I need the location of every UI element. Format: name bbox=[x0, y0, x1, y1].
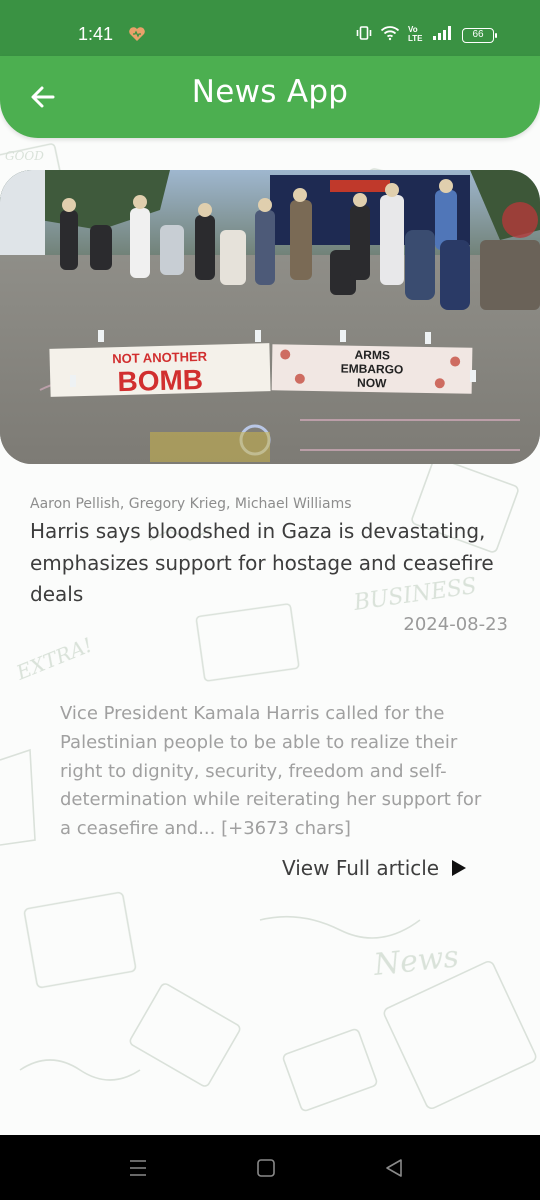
banner-left-line2: BOMB bbox=[117, 364, 203, 397]
home-button[interactable] bbox=[253, 1155, 279, 1181]
article-authors: Aaron Pellish, Gregory Krieg, Michael Wi… bbox=[30, 496, 352, 512]
signal-icon bbox=[432, 25, 454, 45]
article-image[interactable]: NOT ANOTHER BOMB ARMS EMBARGO NOW bbox=[0, 170, 540, 464]
banner-right-line1: ARMS bbox=[354, 348, 390, 363]
banner-right-line2: EMBARGO bbox=[341, 361, 404, 376]
app-bar: News App bbox=[0, 56, 540, 138]
nav-back-button[interactable] bbox=[381, 1155, 407, 1181]
article-summary: Vice President Kamala Harris called for … bbox=[60, 703, 482, 840]
battery-icon: 66 bbox=[462, 27, 497, 43]
status-time: 1:41 bbox=[78, 24, 114, 44]
volte-icon: Vo LTE bbox=[408, 24, 424, 46]
svg-text:GOOD: GOOD bbox=[5, 149, 44, 163]
system-icons: Vo LTE 66 bbox=[356, 24, 497, 46]
status-bar: 1:41 Vo LTE 66 bbox=[0, 0, 540, 56]
news-detail-screen: BUSINESS EXTRA! News GOOD 1:41 Vo LTE 66… bbox=[0, 0, 540, 1200]
menu-button[interactable] bbox=[125, 1155, 151, 1181]
menu-icon bbox=[130, 1160, 146, 1176]
article-headline: Harris says bloodshed in Gaza is devasta… bbox=[30, 519, 494, 606]
svg-text:News: News bbox=[371, 939, 460, 983]
app-title: News App bbox=[191, 74, 349, 110]
svg-text:EXTRA!: EXTRA! bbox=[12, 633, 96, 685]
wifi-icon bbox=[380, 25, 400, 45]
banner-right-line3: NOW bbox=[357, 376, 387, 391]
svg-text:Vo: Vo bbox=[408, 25, 418, 34]
article-date: 2024-08-23 bbox=[403, 614, 508, 635]
vibrate-icon bbox=[356, 25, 372, 45]
play-arrow-icon bbox=[452, 860, 467, 876]
svg-text:LTE: LTE bbox=[408, 34, 423, 42]
home-square-icon bbox=[257, 1159, 275, 1177]
back-triangle-icon bbox=[386, 1159, 402, 1177]
view-full-article-button[interactable]: View Full article bbox=[282, 853, 467, 883]
view-full-article-label: View Full article bbox=[282, 856, 440, 880]
system-nav-bar bbox=[0, 1135, 540, 1200]
heart-icon bbox=[128, 26, 146, 46]
